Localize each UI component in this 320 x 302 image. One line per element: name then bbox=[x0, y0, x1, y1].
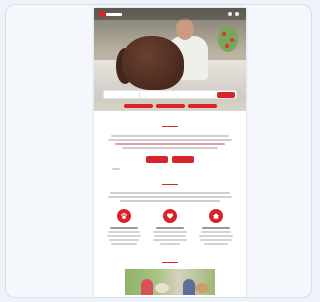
feature-text-line bbox=[154, 235, 186, 237]
hero-flower bbox=[222, 32, 226, 36]
intro-section bbox=[94, 111, 246, 170]
feature-text-line bbox=[200, 239, 232, 241]
menu-icon[interactable] bbox=[235, 12, 239, 16]
gallery-section bbox=[94, 245, 246, 295]
feature-item bbox=[198, 209, 234, 245]
paw-icon bbox=[117, 209, 131, 223]
feature-text-line bbox=[199, 235, 233, 237]
top-navigation bbox=[94, 8, 246, 20]
quick-links bbox=[120, 104, 220, 109]
photo-dog bbox=[155, 283, 169, 293]
feature-text-line bbox=[108, 231, 140, 233]
hero-plant bbox=[218, 26, 238, 52]
photo-person bbox=[183, 279, 195, 295]
how-it-works-section bbox=[94, 170, 246, 245]
hero-banner bbox=[94, 8, 246, 111]
quick-link[interactable] bbox=[123, 104, 153, 108]
search-button[interactable] bbox=[217, 92, 235, 98]
intro-secondary-button[interactable] bbox=[172, 156, 194, 163]
heart-icon bbox=[163, 209, 177, 223]
home-icon bbox=[209, 209, 223, 223]
feature-list bbox=[94, 209, 246, 245]
logo-mark-icon bbox=[99, 11, 105, 17]
feature-item bbox=[152, 209, 188, 245]
photo-person bbox=[141, 279, 153, 295]
intro-text-line bbox=[111, 135, 229, 137]
how-it-works-text-line bbox=[108, 196, 232, 198]
feature-text-line bbox=[109, 239, 139, 241]
intro-text-line bbox=[122, 147, 218, 149]
logo-text bbox=[106, 12, 122, 16]
how-it-works-text-line bbox=[120, 200, 220, 202]
gallery-title bbox=[94, 255, 246, 260]
how-it-works-text-line bbox=[110, 192, 230, 194]
browser-viewport bbox=[5, 4, 312, 298]
title-underline bbox=[162, 262, 178, 263]
feature-title bbox=[156, 227, 184, 229]
feature-text-line bbox=[201, 231, 231, 233]
quick-link[interactable] bbox=[187, 104, 217, 108]
user-icon[interactable] bbox=[228, 12, 232, 16]
hero-flower bbox=[230, 38, 234, 42]
feature-title bbox=[110, 227, 138, 229]
hero-title bbox=[124, 80, 216, 86]
intro-primary-button[interactable] bbox=[146, 156, 168, 163]
hero-flower bbox=[225, 44, 229, 48]
intro-buttons bbox=[94, 156, 246, 163]
site-logo[interactable] bbox=[99, 11, 123, 17]
web-page bbox=[94, 8, 246, 297]
search-input[interactable] bbox=[144, 92, 214, 98]
quick-link[interactable] bbox=[155, 104, 185, 108]
feature-text-line bbox=[107, 235, 141, 237]
intro-title bbox=[94, 119, 246, 124]
search-category-select[interactable] bbox=[106, 92, 140, 98]
search-bar bbox=[103, 90, 237, 99]
feature-title bbox=[202, 227, 230, 229]
hero-person-head bbox=[176, 18, 194, 40]
photo-dog bbox=[195, 283, 209, 293]
feature-text-line bbox=[153, 239, 187, 241]
feature-item bbox=[106, 209, 142, 245]
intro-link-line[interactable] bbox=[115, 143, 225, 145]
how-it-works-title bbox=[94, 177, 246, 182]
gallery-photo[interactable] bbox=[125, 269, 215, 295]
feature-text-line bbox=[153, 231, 187, 233]
intro-text-line bbox=[108, 139, 232, 141]
